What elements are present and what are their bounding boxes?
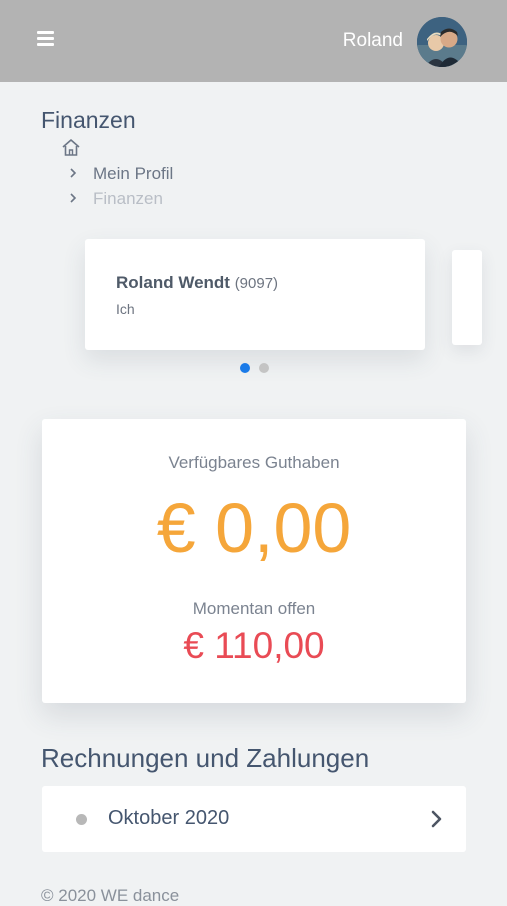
available-balance-value: € 0,00 [156, 489, 352, 567]
profile-card[interactable]: Roland Wendt (9097) Ich [85, 239, 425, 350]
username[interactable]: Roland [343, 30, 403, 52]
invoices-section-title: Rechnungen und Zahlungen [41, 743, 370, 773]
carousel-dot-1[interactable] [240, 363, 250, 373]
footer-copyright: © 2020 WE dance [41, 886, 180, 905]
home-icon[interactable] [61, 138, 81, 158]
open-amount-label: Momentan offen [192, 599, 316, 618]
breadcrumb-label: Mein Profil [93, 164, 174, 183]
chevron-right-icon [68, 164, 78, 184]
breadcrumb-item-finanzen: Finanzen [68, 189, 163, 209]
status-dot-icon [76, 814, 87, 825]
balance-card: Verfügbares Guthaben € 0,00 Momentan off… [42, 419, 466, 703]
invoice-row-oktober-2020[interactable]: Oktober 2020 [42, 786, 466, 852]
invoice-period-label: Oktober 2020 [108, 807, 230, 829]
open-amount-value: € 110,00 [183, 625, 325, 666]
page-title: Finanzen [41, 107, 136, 133]
chevron-right-icon[interactable] [430, 809, 444, 829]
carousel-dot-2[interactable] [259, 363, 269, 373]
next-profile-card-peek[interactable] [452, 250, 482, 345]
avatar[interactable] [417, 17, 467, 67]
top-bar: Roland [0, 0, 507, 82]
hamburger-menu-icon[interactable] [37, 31, 54, 47]
chevron-right-icon [68, 189, 78, 209]
breadcrumb-item-mein-profil[interactable]: Mein Profil [68, 164, 173, 184]
profile-name-line: Roland Wendt (9097) [116, 273, 278, 293]
profile-name: Roland Wendt [116, 273, 230, 292]
profile-role: Ich [116, 301, 135, 317]
available-balance-label: Verfügbares Guthaben [168, 453, 340, 472]
breadcrumb-label: Finanzen [93, 189, 163, 208]
profile-id: (9097) [234, 275, 279, 292]
